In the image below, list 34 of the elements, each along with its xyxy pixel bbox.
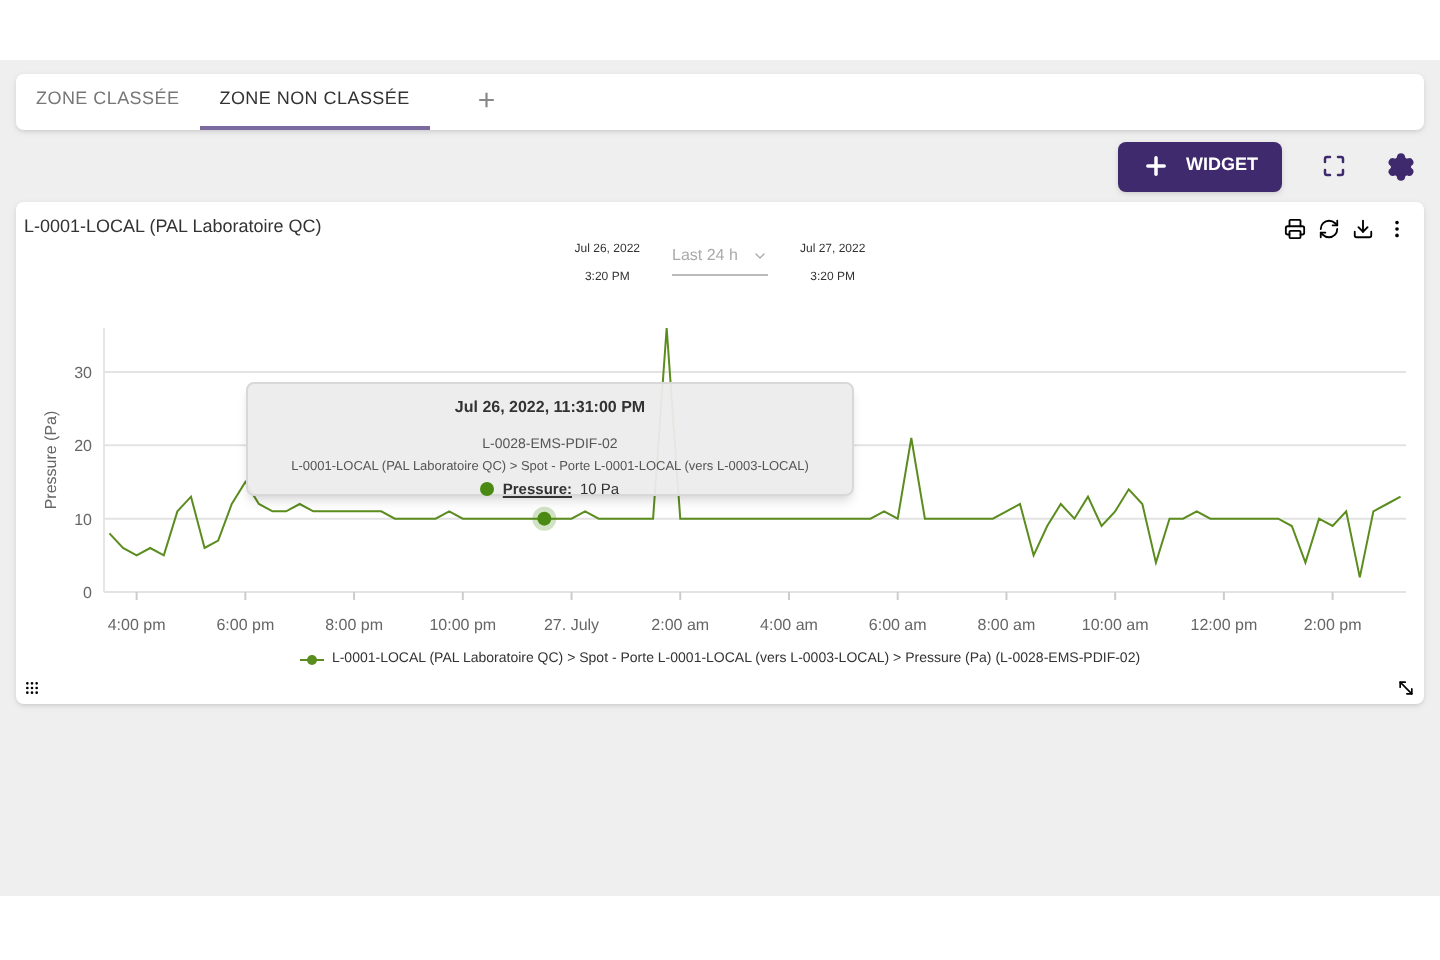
y-tick-label: 30 — [74, 364, 92, 382]
x-tick-label: 4:00 pm — [107, 616, 166, 634]
refresh-icon[interactable] — [1318, 217, 1340, 239]
print-icon[interactable] — [1284, 217, 1306, 239]
x-tick-label: 6:00 pm — [216, 616, 275, 634]
tab[interactable]: ZONE CLASSÉE — [16, 74, 200, 130]
fullscreen-icon[interactable] — [1322, 154, 1346, 178]
resize-icon[interactable] — [1396, 677, 1416, 697]
x-tick-label: 27. July — [543, 616, 600, 634]
x-tick-label: 10:00 pm — [429, 616, 497, 634]
add-widget-button[interactable]: WIDGET — [1118, 141, 1282, 191]
y-axis-title: Pressure (Pa) — [42, 410, 60, 510]
widget-title: L-0001-LOCAL (PAL Laboratoire QC) — [24, 214, 322, 241]
x-tick-label: 10:00 am — [1081, 616, 1149, 634]
x-tick-label: 6:00 am — [868, 616, 927, 634]
hover-point — [532, 506, 557, 531]
caret-icon — [752, 248, 768, 264]
x-tick-label: 12:00 pm — [1190, 616, 1258, 634]
x-tick-label: 4:00 am — [760, 616, 818, 634]
x-tick-label: 8:00 pm — [325, 616, 383, 634]
tooltip-title: Jul 26, 2022, 11:31:00 PM — [454, 396, 646, 420]
y-tick-label: 20 — [74, 437, 92, 456]
legend-marker-icon — [299, 654, 324, 667]
drag-handle-icon[interactable] — [24, 679, 40, 695]
tab[interactable]: ZONE NON CLASSÉE — [199, 74, 430, 130]
settings-icon[interactable] — [1386, 151, 1416, 181]
add-tab-button[interactable]: + — [461, 74, 512, 130]
x-tick-label: 2:00 am — [651, 616, 710, 634]
download-icon[interactable] — [1352, 217, 1374, 239]
y-tick-label: 10 — [74, 510, 92, 529]
x-tick-label: 8:00 am — [977, 616, 1036, 634]
y-tick-label: 0 — [83, 584, 92, 602]
x-tick-label: 2:00 pm — [1303, 616, 1362, 634]
plus-icon — [1142, 152, 1170, 180]
